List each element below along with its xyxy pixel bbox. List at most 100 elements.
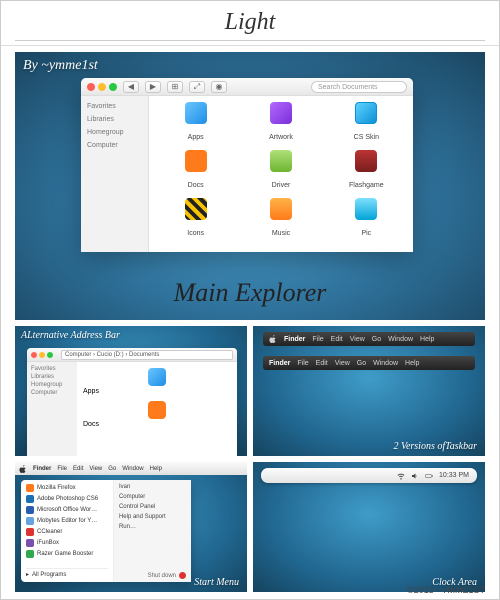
taskbar-variant-1[interactable]: Finder File Edit View Go Window Help bbox=[263, 332, 475, 346]
folder-cs-skin[interactable]: CS Skin bbox=[354, 102, 379, 150]
close-icon[interactable] bbox=[31, 352, 37, 358]
taskbar-panel: Finder File Edit View Go Window Help Fin… bbox=[253, 326, 485, 456]
start-item-photoshop[interactable]: Adobe Photoshop CS6 bbox=[26, 495, 108, 503]
sidebar-item-computer[interactable]: Computer bbox=[81, 139, 148, 152]
expand-button[interactable]: ⤢ bbox=[189, 81, 205, 93]
taskbar-label: 2 Versions ofTaskbar bbox=[393, 441, 477, 452]
menu-window[interactable]: Window bbox=[373, 360, 398, 367]
battery-icon[interactable] bbox=[425, 472, 433, 480]
minimize-icon[interactable] bbox=[98, 83, 106, 91]
alt-address-panel: ALternative Address Bar Computer › Cucio… bbox=[15, 326, 247, 456]
menu-go[interactable]: Go bbox=[372, 336, 381, 343]
search-input[interactable]: Search Documents bbox=[311, 81, 407, 93]
minimize-icon[interactable] bbox=[39, 352, 45, 358]
folder-driver[interactable]: Driver bbox=[270, 150, 292, 198]
start-item-mobytes[interactable]: Mobytes Editor for Y… bbox=[26, 517, 108, 525]
menu-window[interactable]: Window bbox=[122, 466, 143, 472]
menu-view[interactable]: View bbox=[335, 360, 350, 367]
folder-pic[interactable]: Pic bbox=[355, 198, 377, 246]
mobytes-icon bbox=[26, 517, 34, 525]
menu-view[interactable]: View bbox=[350, 336, 365, 343]
folder-docs[interactable]: Docs bbox=[185, 150, 207, 198]
alt-grid: Apps Docs bbox=[77, 362, 237, 456]
breadcrumb[interactable]: Computer › Cucio (D:) › Documents bbox=[61, 350, 233, 360]
menu-app-label[interactable]: Finder bbox=[269, 360, 290, 367]
maximize-icon[interactable] bbox=[47, 352, 53, 358]
folder-music[interactable]: Music bbox=[270, 198, 292, 246]
start-computer[interactable]: Computer bbox=[119, 494, 186, 500]
sidebar-item-homegroup[interactable]: Homegroup bbox=[81, 126, 148, 139]
back-button[interactable]: ◀ bbox=[123, 81, 139, 93]
ifunbox-icon bbox=[26, 539, 34, 547]
byline: By ~ymme1st bbox=[23, 58, 477, 74]
menu-help[interactable]: Help bbox=[420, 336, 434, 343]
start-run[interactable]: Run… bbox=[119, 524, 186, 530]
menu-view[interactable]: View bbox=[89, 466, 102, 472]
folder-icons[interactable]: Icons bbox=[185, 198, 207, 246]
pic-icon bbox=[355, 198, 377, 220]
start-item-razer[interactable]: Razer Game Booster bbox=[26, 550, 108, 558]
wifi-icon[interactable] bbox=[397, 472, 405, 480]
word-icon bbox=[26, 506, 34, 514]
divider bbox=[15, 40, 485, 41]
forward-button[interactable]: ▶ bbox=[145, 81, 161, 93]
menu-edit[interactable]: Edit bbox=[331, 336, 343, 343]
menu-app-label[interactable]: Finder bbox=[284, 336, 305, 343]
menu-help[interactable]: Help bbox=[405, 360, 419, 367]
copyright: ©2013 ~YMME1ST bbox=[407, 585, 485, 595]
all-programs[interactable]: ▸ All Programs bbox=[26, 568, 108, 578]
clock-bar: 10:33 PM bbox=[261, 468, 477, 483]
shutdown-button[interactable]: Shut down bbox=[148, 572, 186, 579]
start-item-ifunbox[interactable]: iFunBox bbox=[26, 539, 108, 547]
menu-file[interactable]: File bbox=[57, 466, 67, 472]
folder-docs[interactable]: Docs bbox=[83, 401, 231, 428]
start-help[interactable]: Help and Support bbox=[119, 514, 186, 520]
folder-artwork[interactable]: Artwork bbox=[269, 102, 293, 150]
menubar-app[interactable]: Finder bbox=[33, 466, 51, 472]
start-item-ccleaner[interactable]: CCleaner bbox=[26, 528, 108, 536]
menu-go[interactable]: Go bbox=[108, 466, 116, 472]
sidebar-item-favorites[interactable]: Favorites bbox=[81, 100, 148, 113]
alt-window: Computer › Cucio (D:) › Documents Favori… bbox=[27, 348, 237, 456]
docs-icon bbox=[185, 150, 207, 172]
clock-time[interactable]: 10:33 PM bbox=[439, 472, 469, 479]
maximize-icon[interactable] bbox=[109, 83, 117, 91]
artwork-icon bbox=[270, 102, 292, 124]
razer-icon bbox=[26, 550, 34, 558]
apple-icon[interactable] bbox=[19, 465, 27, 473]
alt-sidebar: Favorites Libraries Homegroup Computer bbox=[27, 362, 77, 456]
clock-panel: 10:33 PM Clock Area bbox=[253, 462, 485, 592]
apple-icon[interactable] bbox=[269, 335, 277, 343]
start-user[interactable]: Ivan bbox=[119, 484, 186, 490]
menu-window[interactable]: Window bbox=[388, 336, 413, 343]
view-grid-button[interactable]: ⊞ bbox=[167, 81, 183, 93]
menu-edit[interactable]: Edit bbox=[73, 466, 83, 472]
start-item-firefox[interactable]: Mozilla Firefox bbox=[26, 484, 108, 492]
menu-file[interactable]: File bbox=[312, 336, 323, 343]
sidebar-item-libraries[interactable]: Libraries bbox=[31, 373, 73, 381]
main-explorer-label: Main Explorer bbox=[15, 278, 485, 308]
menu-go[interactable]: Go bbox=[357, 360, 366, 367]
sidebar-item-libraries[interactable]: Libraries bbox=[81, 113, 148, 126]
apps-icon bbox=[148, 368, 166, 386]
taskbar-variant-2[interactable]: Finder File Edit View Go Window Help bbox=[263, 356, 475, 370]
folder-apps[interactable]: Apps bbox=[83, 368, 231, 395]
icons-icon bbox=[185, 198, 207, 220]
main-explorer-panel: By ~ymme1st ◀ ▶ ⊞ ⤢ ◉ Search Documents F… bbox=[15, 52, 485, 320]
sidebar-item-computer[interactable]: Computer bbox=[31, 389, 73, 397]
start-control-panel[interactable]: Control Panel bbox=[119, 504, 186, 510]
menubar[interactable]: Finder File Edit View Go Window Help bbox=[15, 462, 247, 475]
preview-button[interactable]: ◉ bbox=[211, 81, 227, 93]
folder-flashgame[interactable]: Flashgame bbox=[349, 150, 384, 198]
page-header: Light bbox=[1, 1, 499, 46]
menu-edit[interactable]: Edit bbox=[316, 360, 328, 367]
menu-file[interactable]: File bbox=[297, 360, 308, 367]
volume-icon[interactable] bbox=[411, 472, 419, 480]
close-icon[interactable] bbox=[87, 83, 95, 91]
start-item-word[interactable]: Microsoft Office Wor… bbox=[26, 506, 108, 514]
sidebar-item-homegroup[interactable]: Homegroup bbox=[31, 381, 73, 389]
sidebar-item-favorites[interactable]: Favorites bbox=[31, 365, 73, 373]
start-left-column: Mozilla Firefox Adobe Photoshop CS6 Micr… bbox=[21, 480, 114, 582]
folder-apps[interactable]: Apps bbox=[185, 102, 207, 150]
menu-help[interactable]: Help bbox=[150, 466, 162, 472]
